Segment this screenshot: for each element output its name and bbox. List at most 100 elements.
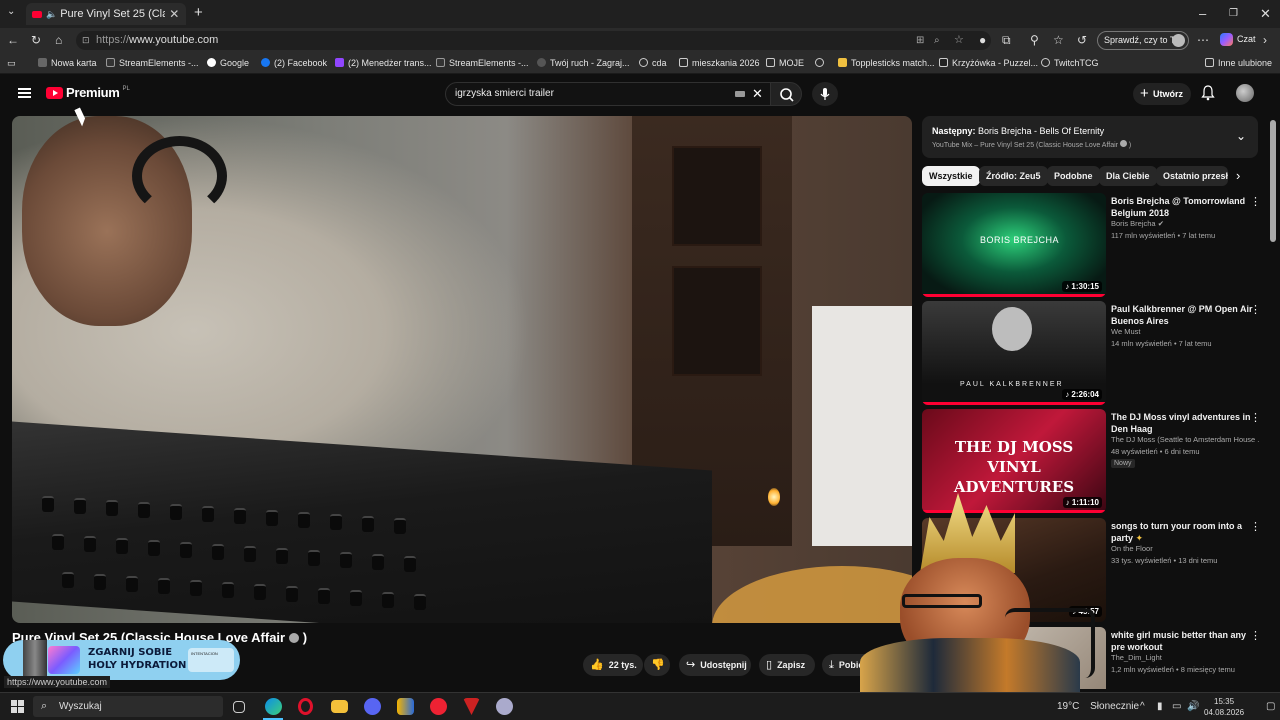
network-icon[interactable]: ▭ <box>1172 701 1181 712</box>
search-button[interactable] <box>770 82 802 106</box>
apps-icon[interactable]: ⊞ <box>916 31 924 50</box>
youtube-logo[interactable]: Premium PL <box>46 85 130 100</box>
tray-overflow-icon[interactable]: ^ <box>1140 701 1145 712</box>
next-up-panel[interactable]: Następny: Boris Brejcha - Bells Of Etern… <box>922 116 1258 158</box>
minimize-icon[interactable]: – <box>1199 6 1206 21</box>
copilot-button[interactable]: Czat <box>1220 33 1256 46</box>
bookmark-new-tab[interactable]: Nowa karta <box>38 58 97 68</box>
recommendation-title[interactable]: Boris Brejcha @ Tomorrowland Belgium 201… <box>1111 195 1256 219</box>
voice-search-button[interactable] <box>812 82 838 106</box>
bookmark-streamelements-2[interactable]: StreamElements -... <box>436 58 529 68</box>
bookmark-moje[interactable]: MOJE <box>766 58 804 68</box>
restore-icon[interactable]: ❐ <box>1229 8 1238 19</box>
keyboard-icon[interactable] <box>735 91 745 97</box>
chip-for-you[interactable]: Dla Ciebie <box>1099 166 1157 186</box>
discord-icon[interactable] <box>364 698 381 715</box>
channel-name[interactable]: The DJ Moss (Seattle to Amsterdam House … <box>1111 435 1259 444</box>
create-button[interactable]: Utwórz <box>1133 83 1191 105</box>
weather-widget[interactable]: 19°C Słonecznie <box>1057 701 1139 712</box>
site-info-icon[interactable]: ⊡ <box>82 31 90 50</box>
app-icon[interactable] <box>397 698 414 715</box>
tab-close-icon[interactable]: ✕ <box>169 7 179 21</box>
favorites-icon[interactable]: ☆ <box>1053 33 1064 47</box>
bookmark-google[interactable]: Google <box>207 58 249 68</box>
favorite-star-icon[interactable]: ☆ <box>954 31 964 50</box>
chevron-right-icon[interactable]: › <box>1236 168 1240 183</box>
recommendation-title[interactable]: white girl music better than any pre wor… <box>1111 629 1256 653</box>
microphone-icon[interactable]: ▮ <box>1157 701 1163 712</box>
zoom-icon[interactable]: ⌕ <box>934 31 940 50</box>
tab-actions-icon[interactable]: ⌄ <box>7 6 15 17</box>
back-icon[interactable]: ← <box>7 33 19 47</box>
search-input[interactable]: igrzyska smierci trailer ✕ <box>445 82 771 106</box>
recommendation-title[interactable]: songs to turn your room into a party ✦ <box>1111 520 1256 544</box>
chip-recently-uploaded[interactable]: Ostatnio przesłane <box>1156 166 1228 186</box>
speaker-icon[interactable]: 🔈 <box>46 9 57 20</box>
recommendation-title[interactable]: Paul Kalkbrenner @ PM Open Air Buenos Ai… <box>1111 303 1256 327</box>
bookmark-twitchtcg[interactable]: TwitchTCG <box>1041 58 1099 68</box>
close-window-icon[interactable]: ✕ <box>1260 6 1271 22</box>
bookmark-twitch-manager[interactable]: (2) Menedżer trans... <box>335 58 432 68</box>
recommendation-title[interactable]: The DJ Moss vinyl adventures in Den Haag <box>1111 411 1256 435</box>
chip-source[interactable]: Źródło: Zeu5 <box>979 166 1048 186</box>
app-icon[interactable] <box>463 698 480 715</box>
taskbar-clock[interactable]: 15:35 04.08.2026 <box>1204 696 1244 718</box>
bookmark-mieszkania[interactable]: mieszkania 2026 <box>679 58 760 68</box>
profile-signin-button[interactable]: Sprawdź, czy to Ty <box>1097 31 1189 50</box>
split-screen-icon[interactable]: ⚲ <box>1030 33 1039 47</box>
more-actions-icon[interactable]: ⋮ <box>1250 411 1261 424</box>
opera-icon[interactable] <box>298 698 313 715</box>
save-button[interactable]: ▯ Zapisz <box>759 654 815 676</box>
volume-icon[interactable]: 🔊 <box>1187 701 1199 712</box>
reload-icon[interactable]: ↻ <box>31 33 41 47</box>
history-icon[interactable]: ↺ <box>1077 33 1087 47</box>
bookmark-krzyzowka[interactable]: Krzyżówka - Puzzel... <box>939 58 1038 68</box>
recommendation-item[interactable]: BORIS BREJCHA ♪ 1:30:15 Boris Brejcha @ … <box>922 193 1262 299</box>
task-view-icon[interactable] <box>233 701 245 713</box>
more-menu-icon[interactable]: ⋯ <box>1197 33 1209 47</box>
page-scrollbar[interactable] <box>1270 120 1276 242</box>
bookmark-cda[interactable]: cda <box>639 58 667 68</box>
app-icon[interactable] <box>496 698 513 715</box>
bookmark-facebook[interactable]: (2) Facebook <box>261 58 327 68</box>
channel-name[interactable]: On the Floor <box>1111 544 1259 553</box>
chevron-down-icon[interactable]: ⌄ <box>1236 129 1246 143</box>
address-bar[interactable]: ⊡ https://www.youtube.com ⊞ ⌕ ☆ <box>76 31 991 50</box>
chip-related[interactable]: Podobne <box>1047 166 1100 186</box>
bookmark-globe[interactable] <box>815 58 828 68</box>
channel-name[interactable]: Boris Brejcha ✔ <box>1111 219 1259 228</box>
video-player[interactable] <box>12 116 912 623</box>
bookmark-twoj-ruch[interactable]: Twój ruch - Zagraj... <box>537 58 630 68</box>
account-avatar[interactable] <box>1236 84 1254 102</box>
bookmark-topplesticks[interactable]: Topplesticks match... <box>838 58 935 68</box>
browser-tab-active[interactable]: 🔈 Pure Vinyl Set 25 (Classic House Love … <box>26 3 186 25</box>
more-actions-icon[interactable]: ⋮ <box>1250 195 1261 208</box>
channel-name[interactable]: We Must <box>1111 327 1259 336</box>
windows-start-icon[interactable] <box>11 700 24 713</box>
menu-icon[interactable] <box>18 88 31 98</box>
more-actions-icon[interactable]: ⋮ <box>1250 629 1261 642</box>
recommendation-item[interactable]: PAUL KALKBRENNER ♪ 2:26:04 Paul Kalkbren… <box>922 301 1262 407</box>
notifications-icon[interactable]: ▢ <box>1266 701 1275 712</box>
extension-icon[interactable]: ● <box>979 33 986 47</box>
file-explorer-icon[interactable] <box>331 700 348 713</box>
extensions-puzzle-icon[interactable]: ⧉ <box>1002 33 1011 48</box>
app-icon[interactable] <box>430 698 447 715</box>
share-button[interactable]: ↪ Udostępnij <box>679 654 751 676</box>
more-actions-icon[interactable]: ⋮ <box>1250 520 1261 533</box>
edge-icon[interactable] <box>265 698 282 715</box>
home-icon[interactable]: ⌂ <box>55 33 62 47</box>
bookmark-streamelements-1[interactable]: StreamElements -... <box>106 58 199 68</box>
dislike-button[interactable]: 👎 <box>644 654 670 676</box>
sidebar-toggle-icon[interactable]: › <box>1263 33 1267 47</box>
taskbar-search[interactable]: ⌕ Wyszukaj <box>33 696 223 717</box>
reading-list-icon[interactable]: ▭ <box>7 58 16 69</box>
channel-name[interactable]: The_Dim_Light <box>1111 653 1259 662</box>
more-actions-icon[interactable]: ⋮ <box>1250 303 1261 316</box>
new-tab-button[interactable]: + <box>194 4 203 21</box>
notifications-bell-icon[interactable] <box>1201 85 1215 101</box>
video-thumbnail[interactable]: BORIS BREJCHA ♪ 1:30:15 <box>922 193 1106 297</box>
other-favorites[interactable]: Inne ulubione <box>1205 58 1272 68</box>
chip-all[interactable]: Wszystkie <box>922 166 980 186</box>
video-thumbnail[interactable]: PAUL KALKBRENNER ♪ 2:26:04 <box>922 301 1106 405</box>
